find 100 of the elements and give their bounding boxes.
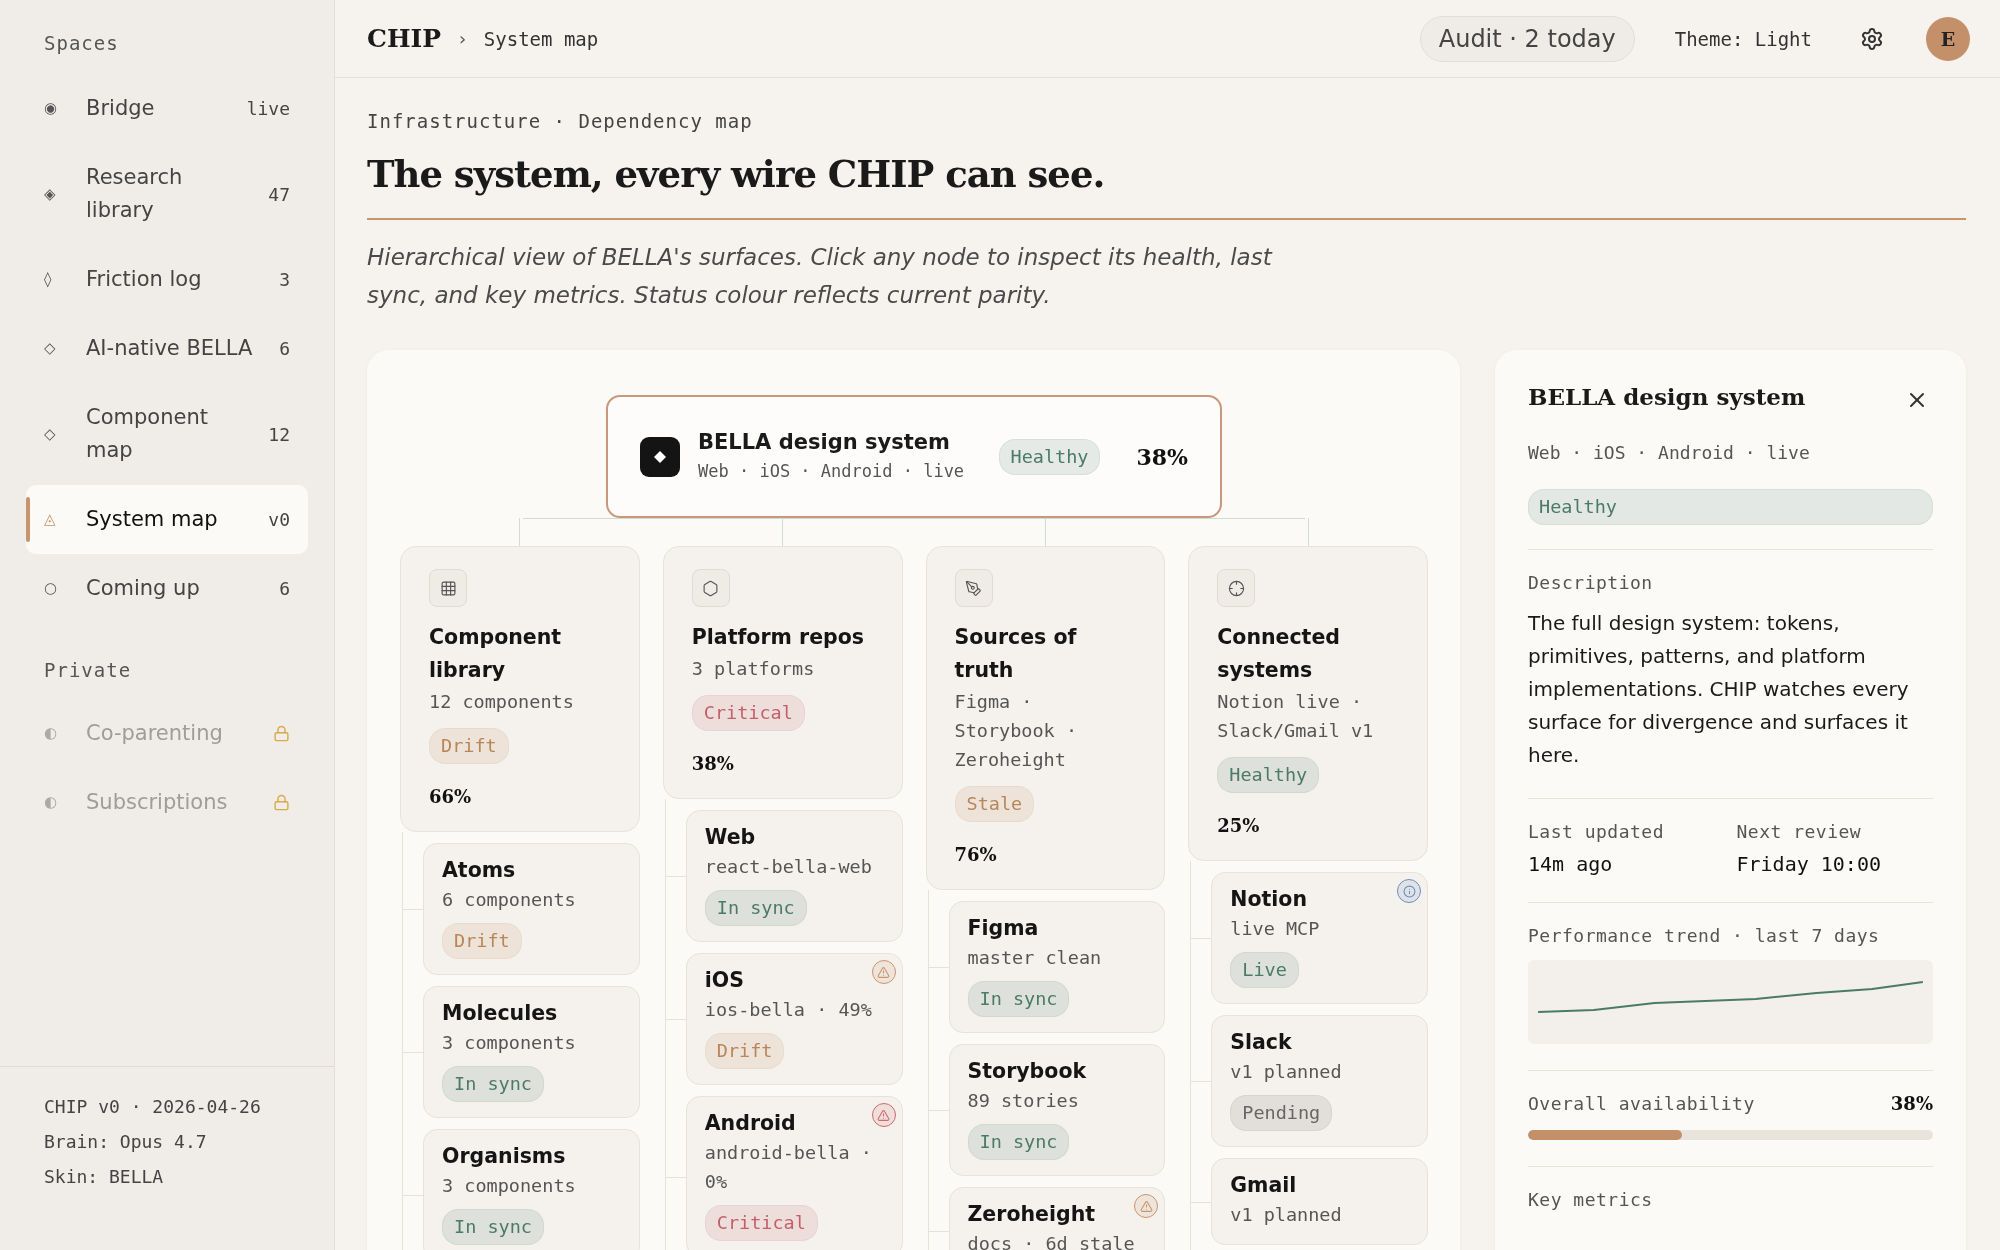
status-pill: In sync: [442, 1209, 544, 1245]
status-pill: In sync: [967, 981, 1070, 1017]
node-meta: 3 components: [442, 1031, 576, 1055]
node-meta: 12 components: [429, 690, 574, 714]
footer-text: Skin: BELLA: [44, 1165, 165, 1189]
node-title: Zeroheight: [967, 1201, 1096, 1228]
footer-text: CHIP v0 · 2026-04-26: [44, 1095, 262, 1119]
node-meta: Figma · Storybook · Zeroheight: [954, 690, 1079, 772]
brand-name: CHIP: [367, 24, 441, 53]
status-pill: Critical: [704, 1205, 818, 1241]
section-label: Description: [1528, 572, 1654, 593]
status-pill: Pending: [1230, 1095, 1333, 1131]
status-pill: Drift: [429, 728, 509, 764]
sidebar-item[interactable]: ◇ AI-native BELLA 6: [26, 314, 308, 383]
node-title: Sources of truth: [954, 624, 1078, 684]
section-label: Key metrics: [1528, 1189, 1654, 1210]
availability-label: Overall availability: [1528, 1093, 1755, 1114]
sidebar-item[interactable]: ◉ Bridge live: [26, 74, 308, 143]
node-title: Gmail: [1230, 1172, 1297, 1199]
node-meta: Web · iOS · Android · live: [698, 460, 966, 483]
sidebar-item[interactable]: ◈ Research library 47: [26, 143, 308, 245]
shape-icon: ◉: [44, 92, 86, 125]
shape-icon: ◈: [44, 177, 86, 211]
availability-reading: 38%: [1890, 1093, 1933, 1114]
node-title: Figma: [967, 915, 1039, 942]
fact-label: Next review: [1736, 821, 1863, 842]
footer-text: Brain: Opus 4.7: [44, 1130, 208, 1154]
status-pill: In sync: [442, 1066, 544, 1102]
status-pill: In sync: [967, 1124, 1070, 1160]
status-pill: Drift: [442, 923, 522, 959]
node-meta: react-bella-web: [704, 855, 872, 879]
intro-text: Hierarchical view of BELLA's surfaces. Click any node to inspect its health, last sync, and key metrics. Status colour reflects current parity.: [367, 243, 1274, 310]
node-meta: android-bella · 0%: [704, 1141, 873, 1194]
fact-value: 14m ago: [1528, 852, 1614, 876]
item-count: 12: [268, 422, 290, 447]
section-heading: Spaces: [43, 32, 120, 54]
breadcrumb: System map: [483, 27, 599, 50]
description-text: The full design system: tokens, primitives, patterns, and platform implementations. CHIP watches every surface for divergence and surfaces it here.: [1528, 610, 1910, 769]
status-pill: Critical: [691, 695, 805, 731]
panel-title: BELLA design system: [1528, 382, 1806, 412]
node-title: BELLA design system: [698, 429, 951, 456]
sidebar-item[interactable]: ◇ Component map 12: [26, 383, 308, 485]
item-count: v0: [268, 508, 290, 532]
node-title: Platform repos: [691, 624, 865, 651]
avatar[interactable]: E: [1926, 16, 1970, 61]
node-title: Organisms: [442, 1143, 566, 1170]
node-meta: master clean: [967, 946, 1102, 970]
page-title: The system, every wire CHIP can see.: [367, 151, 1106, 198]
root-node[interactable]: BELLA design system Web · iOS · Android · live Healthy 38%: [606, 395, 1222, 518]
sidebar-item[interactable]: ○ Coming up 6: [26, 554, 308, 623]
grid-icon: [429, 569, 467, 607]
node-meta: 3 platforms: [691, 657, 815, 681]
status-pill: Healthy: [1217, 757, 1320, 793]
sidebar-item[interactable]: ◬ System map v0: [26, 485, 308, 554]
section-label: Performance trend · last 7 days: [1528, 925, 1881, 946]
node-title: Connected systems: [1217, 624, 1341, 684]
node-title: Android: [704, 1110, 796, 1137]
pen-icon: [954, 569, 993, 607]
node-percent: 66%: [429, 786, 472, 807]
node-title: Notion: [1230, 886, 1307, 913]
theme-toggle[interactable]: Theme: Light: [1666, 21, 1820, 56]
node-card[interactable]: Platform repos 3 platforms Critical 38%: [662, 546, 903, 799]
status-pill: Healthy: [1528, 489, 1933, 525]
node-percent: 76%: [954, 844, 997, 865]
fact-value: Friday 10:00: [1736, 852, 1882, 876]
shape-icon: ◊: [44, 263, 86, 296]
node-meta: live MCP: [1230, 917, 1320, 941]
sidebar-item[interactable]: ◊ Friction log 3: [26, 245, 308, 314]
eyebrow: Infrastructure · Dependency map: [367, 110, 754, 132]
shape-icon: ◐: [44, 717, 86, 750]
status-pill: Drift: [704, 1033, 785, 1069]
shape-icon: ◇: [44, 332, 86, 365]
node-meta: 3 components: [442, 1174, 576, 1198]
shape-icon: ◐: [44, 786, 86, 819]
breadcrumb-separator: ›: [457, 28, 468, 49]
item-count: 6: [279, 577, 290, 601]
item-count: live: [246, 97, 290, 121]
node-meta: 89 stories: [967, 1089, 1079, 1113]
node-title: Storybook: [967, 1058, 1087, 1085]
section-heading: Private: [43, 659, 133, 681]
lock-icon: [273, 794, 290, 811]
node-meta: docs · 6d stale: [967, 1232, 1135, 1250]
crosshair-icon: [1217, 569, 1256, 607]
node-percent: 25%: [1217, 815, 1260, 836]
panel-meta: Web · iOS · Android · live: [1528, 441, 1811, 465]
shape-icon: ◇: [44, 417, 86, 451]
node-card[interactable]: Sources of truth Figma · Storybook · Zeroheight Stale 76%: [925, 546, 1166, 890]
node-title: Web: [704, 824, 756, 851]
node-card[interactable]: Connected systems Notion live · Slack/Gmail v1 Healthy 25%: [1188, 546, 1428, 861]
shape-icon: ◬: [44, 503, 86, 536]
fact-label: Last updated: [1528, 821, 1666, 842]
node-title: Component library: [429, 624, 563, 684]
node-meta: v1 planned: [1230, 1203, 1342, 1227]
lock-icon: [273, 725, 290, 742]
node-card[interactable]: Component library 12 components Drift 66%: [400, 546, 640, 832]
item-count: 6: [279, 337, 290, 361]
node-percent: 38%: [691, 753, 734, 774]
audit-button[interactable]: Audit · 2 today: [1419, 15, 1635, 62]
node-title: Molecules: [442, 1000, 558, 1027]
item-count: 47: [268, 182, 290, 207]
